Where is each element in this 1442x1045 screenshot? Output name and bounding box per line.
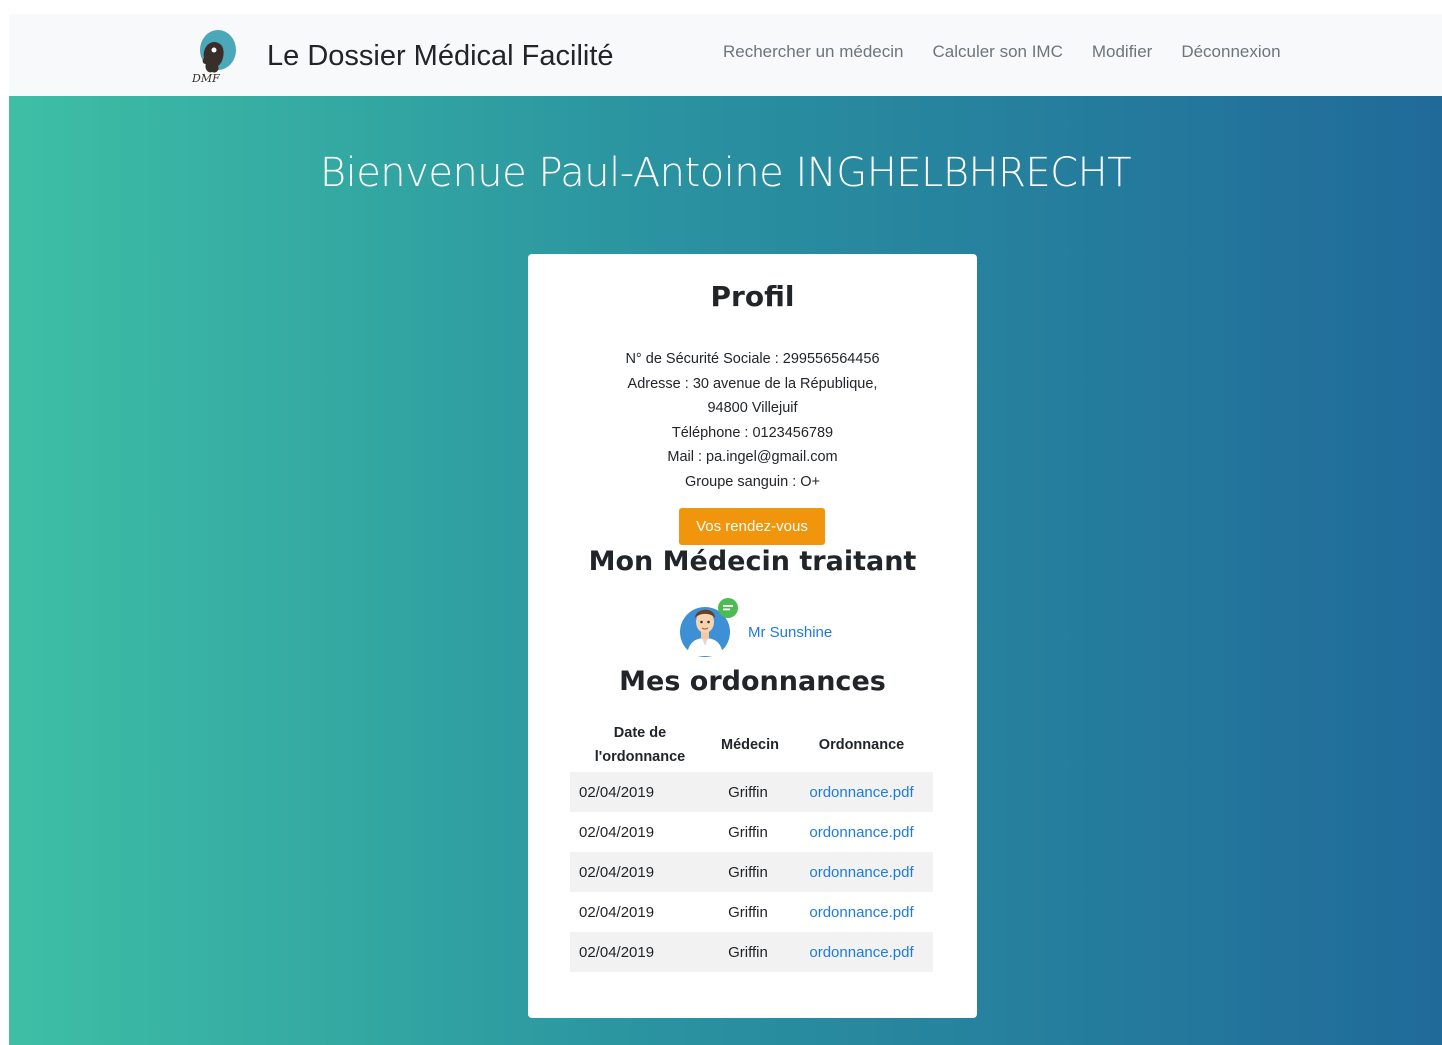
column-header-doctor: Médecin (720, 737, 779, 753)
table-header-row: Date de l'ordonnance Médecin Ordonnance (570, 718, 933, 772)
welcome-heading: Bienvenue Paul-Antoine INGHELBHRECHT (319, 150, 1132, 196)
email: Mail : pa.ingel@gmail.com (667, 449, 838, 465)
row-date: 02/04/2019 (570, 932, 710, 972)
table-row: 02/04/2019 Griffin ordonnance.pdf (570, 892, 933, 932)
profile-title: Profil (710, 280, 795, 313)
prescriptions-title: Mes ordonnances (619, 666, 886, 697)
doctor-avatar-icon[interactable] (678, 596, 740, 658)
row-file-cell: ordonnance.pdf (790, 812, 933, 852)
table-row: 02/04/2019 Griffin ordonnance.pdf (570, 772, 933, 812)
profile-info: N° de Sécurité Sociale : 299556564456 Ad… (528, 347, 977, 494)
doctor-entry: Mr Sunshine (678, 596, 832, 658)
prescription-file-link[interactable]: ordonnance.pdf (809, 824, 913, 841)
logo-text: DMF (191, 72, 220, 84)
column-header-prescription: Ordonnance (818, 737, 905, 753)
navbar: DMF Le Dossier Médical Facilité Recherch… (9, 14, 1442, 96)
row-file-cell: ordonnance.pdf (790, 772, 933, 812)
row-file-cell: ordonnance.pdf (790, 852, 933, 892)
prescription-file-link[interactable]: ordonnance.pdf (809, 944, 913, 961)
row-date: 02/04/2019 (579, 823, 655, 841)
row-doctor: Griffin (710, 932, 790, 972)
blood-group: Groupe sanguin : O+ (684, 473, 821, 490)
prescriptions-table: Date de l'ordonnance Médecin Ordonnance … (570, 718, 933, 972)
doctor-name-link[interactable]: Mr Sunshine (748, 624, 832, 641)
row-file-cell: ordonnance.pdf (790, 932, 933, 972)
brand[interactable]: DMF Le Dossier Médical Facilité (190, 28, 614, 84)
row-doctor: Griffin (728, 903, 768, 921)
dmf-logo-icon: DMF (191, 30, 236, 84)
row-date: 02/04/2019 (570, 852, 710, 892)
prescription-file-link[interactable]: ordonnance.pdf (809, 784, 913, 801)
prescription-file-link[interactable]: ordonnance.pdf (809, 864, 913, 881)
table-row: 02/04/2019 Griffin ordonnance.pdf (570, 932, 933, 972)
row-date: 02/04/2019 (579, 903, 655, 921)
column-header-date: Date de l'ordonnance (594, 725, 686, 765)
social-security-number: N° de Sécurité Sociale : 299556564456 (625, 351, 880, 367)
nav-logout[interactable]: Déconnexion (1181, 42, 1280, 62)
address-line-2: 94800 Villejuif (707, 400, 798, 416)
address-line-1: Adresse : 30 avenue de la République, (627, 375, 878, 392)
nav-edit-profile[interactable]: Modifier (1092, 42, 1152, 62)
appointments-button[interactable]: Vos rendez-vous (679, 508, 825, 545)
nav-search-doctor[interactable]: Rechercher un médecin (723, 42, 903, 62)
nav-bmi-calculator[interactable]: Calculer son IMC (932, 42, 1062, 62)
table-row: 02/04/2019 Griffin ordonnance.pdf (570, 812, 933, 852)
hero-section: Bienvenue Paul-Antoine INGHELBHRECHT Pro… (9, 96, 1442, 1045)
row-date: 02/04/2019 (570, 772, 710, 812)
row-doctor: Griffin (728, 823, 768, 841)
nav-links: Rechercher un médecin Calculer son IMC M… (723, 42, 1281, 62)
phone: Téléphone : 0123456789 (671, 424, 834, 441)
row-doctor: Griffin (710, 852, 790, 892)
doctor-section-title: Mon Médecin traitant (588, 546, 917, 577)
row-doctor: Griffin (710, 772, 790, 812)
table-row: 02/04/2019 Griffin ordonnance.pdf (570, 852, 933, 892)
profile-card: Profil N° de Sécurité Sociale : 29955656… (528, 254, 977, 1018)
row-file-cell: ordonnance.pdf (790, 892, 933, 932)
brand-title[interactable]: Le Dossier Médical Facilité (267, 40, 614, 73)
prescription-file-link[interactable]: ordonnance.pdf (809, 904, 913, 921)
